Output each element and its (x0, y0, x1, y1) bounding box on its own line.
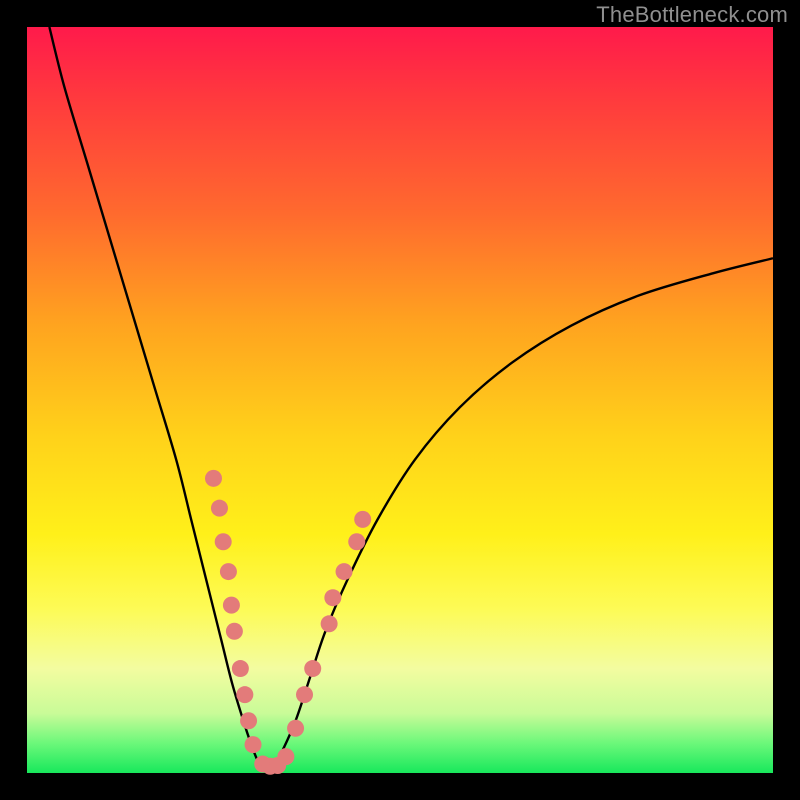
data-marker (236, 686, 253, 703)
data-marker (240, 712, 257, 729)
data-marker (304, 660, 321, 677)
data-marker (220, 563, 237, 580)
data-marker (324, 589, 341, 606)
data-marker (277, 748, 294, 765)
data-marker (211, 500, 228, 517)
data-marker (232, 660, 249, 677)
data-marker (321, 615, 338, 632)
bottleneck-curve (49, 27, 773, 770)
data-marker (223, 597, 240, 614)
data-marker (354, 511, 371, 528)
watermark-text: TheBottleneck.com (596, 2, 788, 28)
data-marker (296, 686, 313, 703)
data-marker (215, 533, 232, 550)
data-marker (205, 470, 222, 487)
data-marker (348, 533, 365, 550)
marker-layer (205, 470, 371, 775)
chart-frame: TheBottleneck.com (0, 0, 800, 800)
data-marker (226, 623, 243, 640)
data-marker (245, 736, 262, 753)
plot-area (27, 27, 773, 773)
data-marker (336, 563, 353, 580)
data-marker (287, 720, 304, 737)
chart-svg (27, 27, 773, 773)
